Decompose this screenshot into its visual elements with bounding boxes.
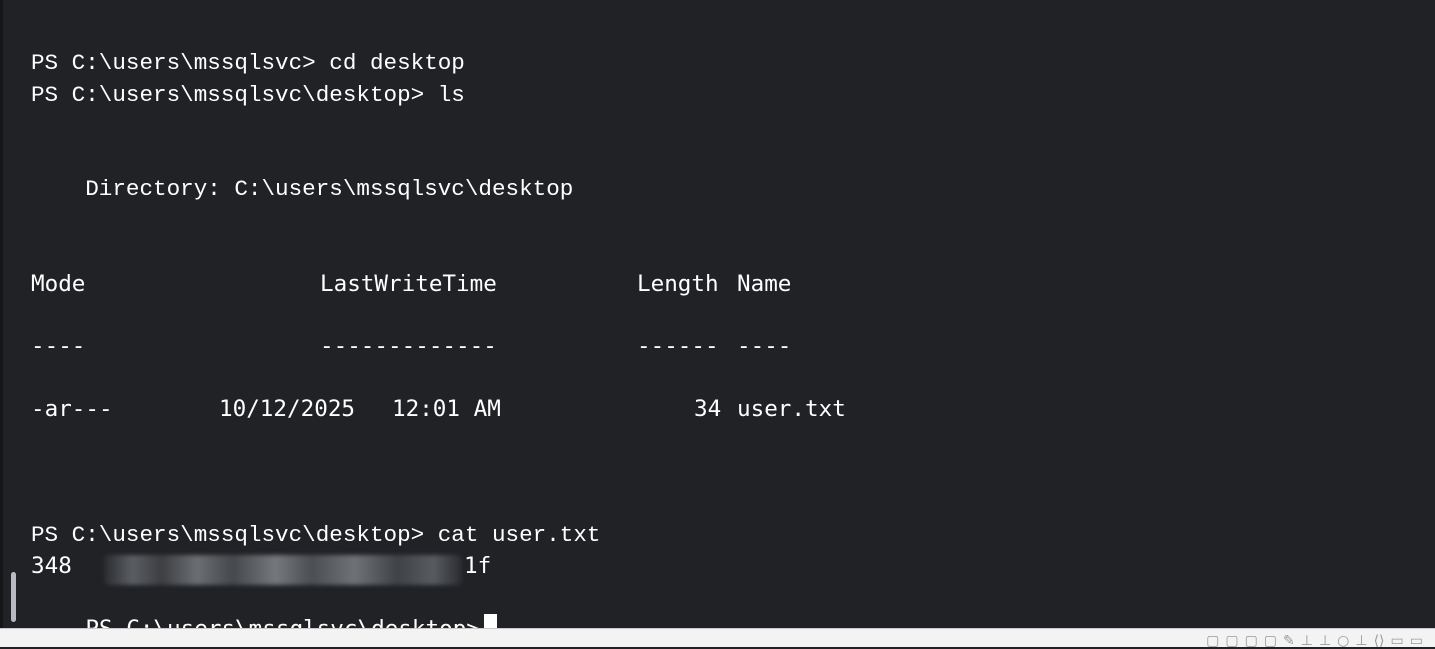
file-name: user.txt [737,396,846,422]
window-icon[interactable]: ▢ [1225,634,1238,648]
window-icon[interactable]: ▢ [1245,634,1258,648]
separator-name: ---- [737,333,792,359]
directory-line: Directory: C:\users\mssqlsvc\desktop [31,176,574,202]
circle-icon[interactable]: ○ [1337,634,1349,648]
brackets-icon[interactable]: ⟨⟩ [1374,634,1385,648]
scrollbar-thumb[interactable] [11,572,16,622]
separator-length: ------ [637,333,719,359]
file-length: 34 [694,396,722,422]
tool-icon[interactable]: ⊥ [1301,634,1313,648]
separator-mode: ---- [31,333,86,359]
panel-icon[interactable]: ▭ [1391,634,1404,648]
file-time: 12:01 AM [392,396,501,422]
status-bar-icons: ▢ ▢ ▢ ▢ ✎ ⊥ ⊥ ○ ⊥ ⟨⟩ ▭ ▭ [1206,634,1423,648]
text-cursor [483,614,497,628]
prompt-text: PS C:\users\mssqlsvc\desktop> [85,616,479,628]
terminal-line: PS C:\users\mssqlsvc\desktop> ls [31,82,465,108]
header-length: Length [637,271,719,297]
file-date: 10/12/2025 [219,396,356,422]
flag-visible-start: 348 [31,553,72,579]
tool-icon[interactable]: ✎ [1283,634,1295,648]
terminal-output[interactable]: PS C:\users\mssqlsvc> cd desktop PS C:\u… [3,0,1435,628]
tool-icon[interactable]: ⊥ [1355,634,1367,648]
window-icon[interactable]: ▢ [1264,634,1277,648]
file-mode: -ar--- [31,396,113,422]
redaction-blur [104,555,462,585]
window-icon[interactable]: ▢ [1206,634,1219,648]
separator-lastwritetime: ------------- [320,333,497,359]
status-bar: ▢ ▢ ▢ ▢ ✎ ⊥ ⊥ ○ ⊥ ⟨⟩ ▭ ▭ [0,628,1435,648]
header-name: Name [737,271,792,297]
header-mode: Mode [31,271,86,297]
current-prompt-line[interactable]: PS C:\users\mssqlsvc\desktop> [31,583,497,628]
header-lastwritetime: LastWriteTime [320,271,497,297]
tool-icon[interactable]: ⊥ [1319,634,1331,648]
panel-icon[interactable]: ▭ [1410,634,1423,648]
terminal-line: PS C:\users\mssqlsvc\desktop> cat user.t… [31,522,601,548]
terminal-line: PS C:\users\mssqlsvc> cd desktop [31,50,465,76]
flag-visible-end: 1f [464,553,492,579]
